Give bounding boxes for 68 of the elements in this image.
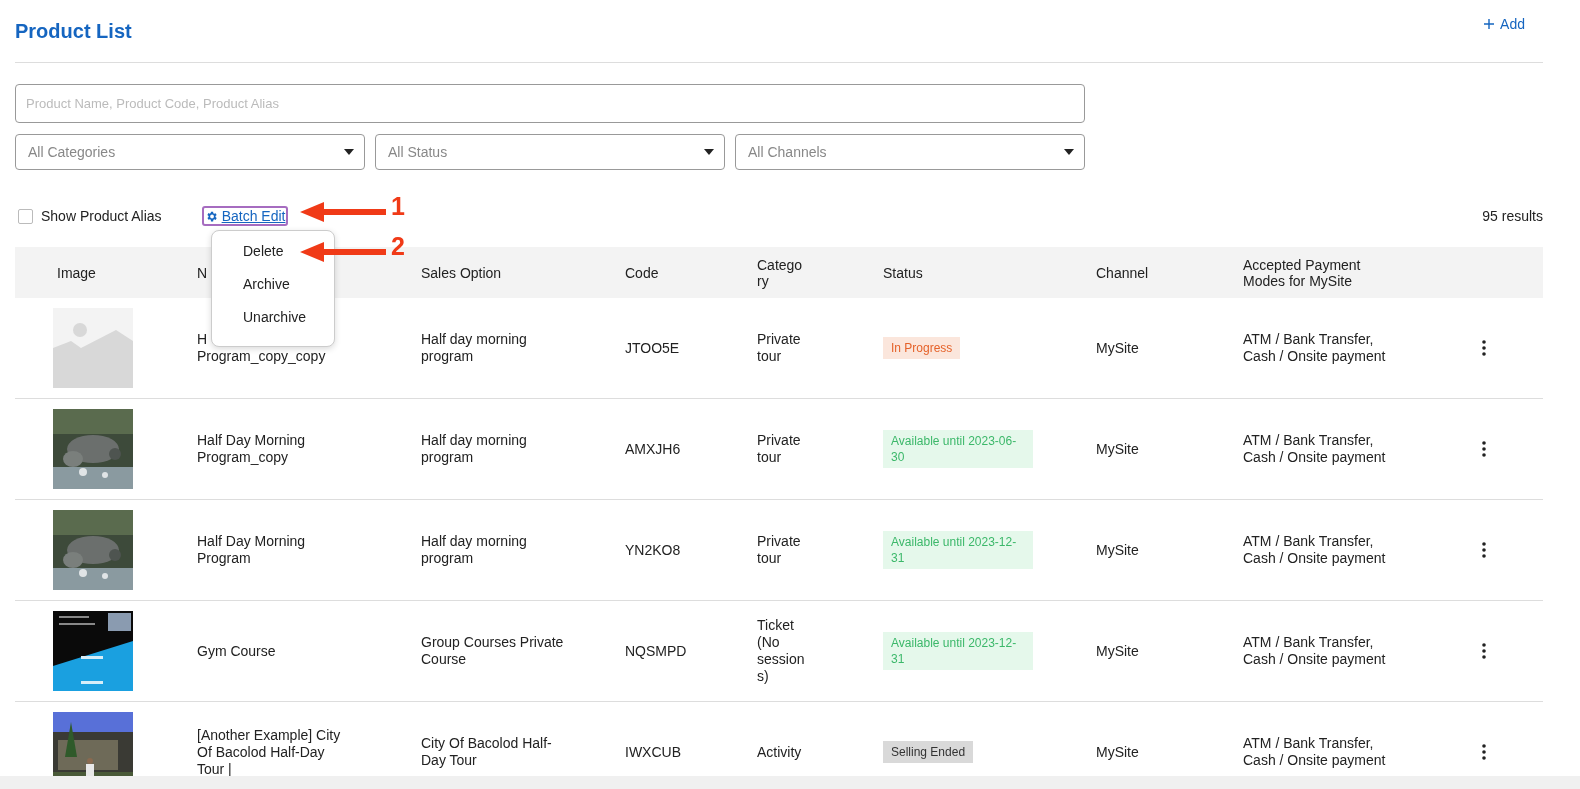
payment-modes: ATM / Bank Transfer, Cash / Onsite payment (1242, 634, 1387, 668)
caret-icon (1064, 149, 1074, 155)
sales-option: Half day morning program (406, 331, 591, 365)
checkbox-label: Show Product Alias (41, 208, 162, 224)
sales-option: Group Courses Private Course (406, 634, 591, 668)
category: Private tour (756, 432, 802, 466)
column-header: Channel (1095, 264, 1150, 281)
channel: MySite (1095, 642, 1140, 660)
product-name: Half Day Morning Program (196, 533, 307, 567)
product-code: IWXCUB (624, 743, 682, 761)
product-name: H Program_copy_copy (196, 331, 327, 365)
product-name: Gym Course (196, 642, 277, 660)
category: Activity (756, 743, 803, 761)
status-badge: Available until 2023-12-31 (883, 531, 1033, 569)
more-icon[interactable] (1482, 542, 1486, 558)
channel: MySite (1095, 743, 1140, 761)
menu-item[interactable]: Delete (243, 243, 284, 260)
product-code: JTOO5E (624, 339, 681, 357)
status-badge: Available until 2023-06-30 (883, 430, 1033, 468)
menu-item[interactable]: Unarchive (243, 309, 307, 326)
scroll-bar[interactable] (0, 776, 1580, 789)
annotation-number: 2 (391, 232, 405, 261)
filter-dropdown[interactable]: All Status (375, 134, 725, 170)
category: Private tour (756, 533, 802, 567)
category: Private tour (756, 331, 802, 365)
payment-modes: ATM / Bank Transfer, Cash / Onsite payment (1242, 432, 1387, 466)
status-badge: Selling Ended (883, 741, 974, 763)
checkbox[interactable] (18, 208, 33, 224)
filter-dropdown[interactable]: All Channels (735, 134, 1085, 170)
channel: MySite (1095, 440, 1140, 458)
column-header: Catego ry (756, 256, 802, 289)
add-link[interactable]: Add (1484, 16, 1525, 32)
column-header: Status (882, 264, 924, 281)
payment-modes: ATM / Bank Transfer, Cash / Onsite payment (1242, 735, 1387, 769)
more-icon[interactable] (1482, 340, 1486, 356)
channel: MySite (1095, 541, 1140, 559)
more-icon[interactable] (1482, 441, 1486, 457)
batch-edit-button[interactable]: Batch Edit (201, 206, 289, 226)
image-placeholder-icon (53, 308, 133, 388)
status-badge: In Progress (883, 337, 961, 359)
caret-icon (344, 149, 354, 155)
caret-icon (704, 149, 714, 155)
filter-dropdown[interactable]: All Categories (15, 134, 365, 170)
product-code: NQSMPD (624, 642, 688, 660)
payment-modes: ATM / Bank Transfer, Cash / Onsite payment (1242, 533, 1387, 567)
menu-item[interactable]: Archive (243, 276, 290, 293)
page-title: Product List (15, 19, 132, 43)
column-header: Accepted Payment Modes for MySite (1242, 256, 1362, 289)
annotation-number: 1 (391, 192, 405, 221)
sales-option: City Of Bacolod Half-Day Tour (406, 735, 591, 769)
results-count: 95 results (1482, 208, 1543, 224)
channel: MySite (1095, 339, 1140, 357)
status-badge: Available until 2023-12-31 (883, 632, 1033, 670)
more-icon[interactable] (1482, 744, 1486, 760)
payment-modes: ATM / Bank Transfer, Cash / Onsite payment (1242, 331, 1387, 365)
category: Ticket (No session s) (756, 617, 806, 685)
product-code: AMXJH6 (624, 440, 682, 458)
sales-option: Half day morning program (406, 432, 591, 466)
product-name: Half Day Morning Program_copy (196, 432, 307, 466)
column-header: N (196, 264, 209, 281)
column-header: Image (56, 264, 97, 281)
sales-option: Half day morning program (406, 533, 591, 567)
search-field[interactable]: Product Name, Product Code, Product Alias (15, 84, 1085, 123)
product-code: YN2KO8 (624, 541, 682, 559)
plus-icon (1484, 19, 1495, 29)
column-header: Sales Option (420, 264, 503, 281)
more-icon[interactable] (1482, 643, 1486, 659)
column-header: Code (624, 264, 660, 281)
